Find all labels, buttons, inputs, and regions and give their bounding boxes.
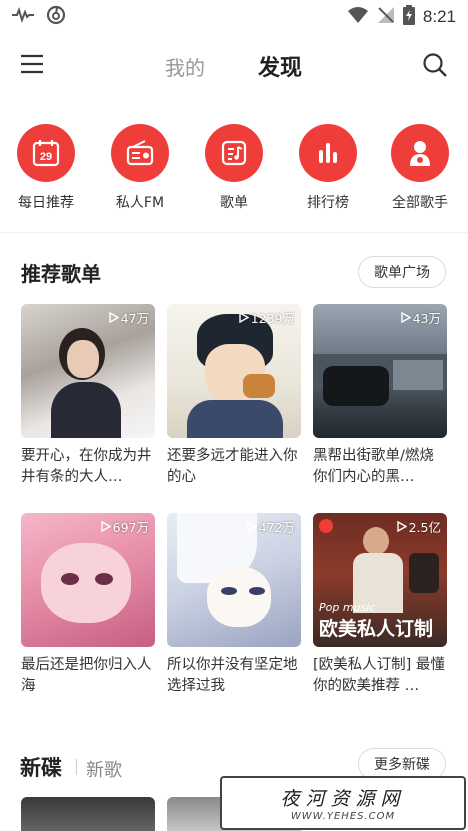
wifi-icon — [347, 6, 369, 28]
playlist-title: 黑帮出街歌单/燃烧你们内心的黑… — [313, 448, 434, 485]
playlist-title: 最后还是把你归入人海 — [21, 657, 152, 694]
playlist-card[interactable]: 47万 要开心，在你成为井井有条的大人… — [21, 304, 155, 488]
playlist-cover: 697万 — [21, 513, 155, 647]
play-count-value: 1239万 — [250, 311, 295, 326]
quick-nav-fm[interactable]: 私人FM — [100, 124, 180, 212]
playlist-card[interactable]: Pop music 欧美私人订制 2.5亿 [欧美私人订制] 最懂你的欧美推荐 … — [313, 513, 447, 697]
play-icon — [238, 312, 249, 323]
watermark-title: 夜河资源网 — [280, 788, 406, 810]
playlist-title: 要开心，在你成为井井有条的大人… — [21, 448, 152, 485]
section-title-recommended: 推荐歌单 — [21, 262, 101, 286]
clock: 8:21 — [422, 7, 456, 26]
playlist-title: 还要多远才能进入你的心 — [167, 448, 298, 485]
tab-discover[interactable]: 发现 — [258, 50, 302, 82]
quick-nav-label: 全部歌手 — [392, 195, 448, 211]
playlist-title: [欧美私人订制] 最懂你的欧美推荐 … — [313, 657, 445, 694]
play-count-value: 43万 — [412, 311, 441, 326]
playlist-icon — [205, 124, 263, 182]
play-count: 43万 — [400, 308, 441, 327]
play-icon — [108, 312, 119, 323]
play-count-value: 697万 — [112, 520, 149, 535]
playlist-cover: 47万 — [21, 304, 155, 438]
album-card-partial[interactable] — [21, 797, 155, 831]
tab-new-disc[interactable]: 新碟 — [20, 752, 62, 782]
playlist-cover: Pop music 欧美私人订制 2.5亿 — [313, 513, 447, 647]
calendar-icon: 29 — [17, 124, 75, 182]
tab-new-song[interactable]: 新歌 — [86, 756, 122, 782]
play-count-value: 2.5亿 — [408, 520, 441, 535]
divider — [0, 232, 468, 233]
playlist-card[interactable]: 1239万 还要多远才能进入你的心 — [167, 304, 301, 488]
chart-bars-icon — [299, 124, 357, 182]
netease-logo-icon — [319, 519, 333, 533]
quick-nav: 29 每日推荐 私人FM 歌单 排行榜 全部歌手 — [0, 124, 468, 218]
playlist-card[interactable]: 472万 所以你并没有坚定地选择过我 — [167, 513, 301, 697]
quick-nav-label: 排行榜 — [307, 195, 349, 211]
play-count: 1239万 — [238, 308, 295, 327]
quick-nav-ranking[interactable]: 排行榜 — [288, 124, 368, 212]
activity-icon — [12, 6, 34, 27]
play-count: 472万 — [246, 517, 295, 536]
search-icon[interactable] — [422, 52, 448, 78]
signal-off-icon — [377, 6, 395, 28]
play-icon — [396, 521, 407, 532]
cover-overlay: Pop music 欧美私人订制 — [319, 601, 433, 641]
play-count: 2.5亿 — [396, 517, 441, 536]
overlay-subtitle: Pop music — [319, 601, 376, 614]
playlist-card[interactable]: 697万 最后还是把你归入人海 — [21, 513, 155, 697]
playlist-card[interactable]: 43万 黑帮出街歌单/燃烧你们内心的黑… — [313, 304, 447, 488]
play-count-value: 47万 — [120, 311, 149, 326]
quick-nav-playlist[interactable]: 歌单 — [194, 124, 274, 212]
quick-nav-label: 歌单 — [220, 195, 248, 211]
play-count: 47万 — [108, 308, 149, 327]
singer-icon — [391, 124, 449, 182]
quick-nav-label: 每日推荐 — [18, 195, 74, 211]
menu-icon[interactable] — [18, 52, 46, 76]
overlay-title: 欧美私人订制 — [319, 618, 434, 640]
battery-charging-icon — [402, 5, 415, 29]
watermark-url: WWW.YEHES.COM — [290, 811, 396, 822]
play-icon — [100, 521, 111, 532]
playlist-title: 所以你并没有坚定地选择过我 — [167, 657, 298, 694]
quick-nav-daily[interactable]: 29 每日推荐 — [6, 124, 86, 212]
status-bar: 8:21 — [0, 0, 468, 34]
watermark: 夜河资源网 WWW.YEHES.COM — [220, 776, 466, 830]
play-icon — [400, 312, 411, 323]
top-nav: 我的 发现 — [0, 40, 468, 90]
quick-nav-singers[interactable]: 全部歌手 — [380, 124, 460, 212]
play-count: 697万 — [100, 517, 149, 536]
playlist-cover: 43万 — [313, 304, 447, 438]
quick-nav-label: 私人FM — [115, 195, 165, 211]
playlist-square-button[interactable]: 歌单广场 — [358, 256, 446, 288]
tab-mine[interactable]: 我的 — [165, 52, 205, 81]
play-count-value: 472万 — [258, 520, 295, 535]
radio-icon — [111, 124, 169, 182]
play-icon — [246, 521, 257, 532]
tab-separator — [76, 759, 77, 775]
calendar-badge: 29 — [40, 151, 52, 163]
playlist-cover: 1239万 — [167, 304, 301, 438]
playlist-cover: 472万 — [167, 513, 301, 647]
netease-icon — [46, 5, 66, 29]
